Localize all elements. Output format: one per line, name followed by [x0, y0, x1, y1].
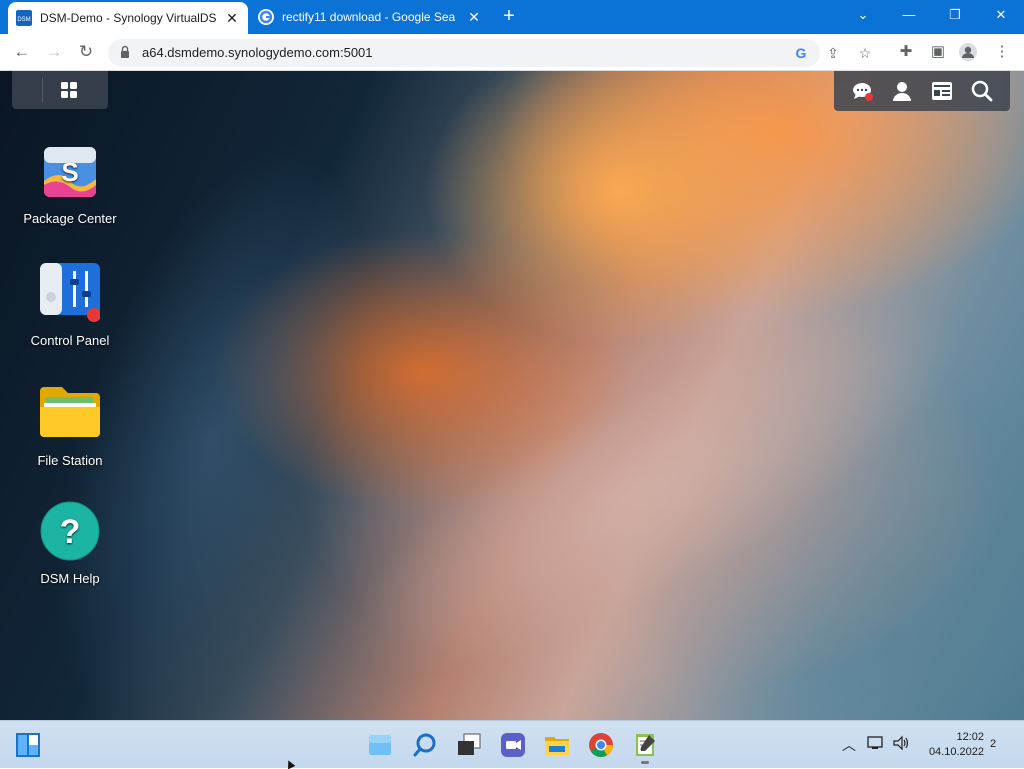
main-menu-bar	[12, 71, 108, 109]
notepad-icon[interactable]	[631, 731, 659, 759]
tab-google-search[interactable]: rectify11 download - Google Sea ✕	[250, 0, 490, 34]
menu-kebab-icon[interactable]: ⋮	[992, 42, 1012, 62]
reload-icon[interactable]: ↻	[74, 41, 98, 65]
meet-icon[interactable]	[499, 731, 527, 759]
google-translate-icon[interactable]: G	[792, 44, 810, 62]
file-explorer-icon[interactable]	[543, 731, 571, 759]
wallpaper-shape	[294, 238, 1006, 720]
side-panel-icon[interactable]: ▣	[928, 42, 948, 62]
svg-text:?: ?	[60, 513, 81, 551]
dsm-top-right-bar	[834, 71, 1010, 111]
browser-toolbar: ← → ↻ a64.dsmdemo.synologydemo.com:5001 …	[0, 34, 1024, 71]
start-icon[interactable]	[14, 731, 42, 759]
desktop-icon-package-center[interactable]: S Package Center	[20, 141, 120, 228]
task-view-icon[interactable]	[455, 731, 483, 759]
desktop-icon-label: DSM Help	[40, 571, 100, 586]
windows-taskbar: ︿ 12:02 04.10.2022 2	[0, 720, 1024, 768]
tab-search-icon[interactable]: ⌄	[840, 0, 886, 30]
volume-icon[interactable]	[892, 735, 910, 751]
clock[interactable]: 12:02 04.10.2022	[918, 730, 984, 760]
dsm-help-icon: ?	[40, 501, 100, 561]
browser-tab-bar: DSM DSM-Demo - Synology VirtualDS ✕ rect…	[0, 0, 1024, 34]
widgets-icon[interactable]	[366, 731, 394, 759]
time-text: 12:02	[956, 731, 984, 743]
tab-dsm-demo[interactable]: DSM DSM-Demo - Synology VirtualDS ✕	[8, 2, 248, 34]
dsm-desktop: S Package Center Control Panel File Stat…	[0, 71, 1024, 720]
tab-title: DSM-Demo - Synology VirtualDS	[40, 11, 217, 25]
network-icon[interactable]	[866, 735, 886, 751]
bookmark-star-icon[interactable]: ☆	[856, 44, 874, 62]
widgets-icon[interactable]	[930, 79, 954, 103]
chrome-icon[interactable]	[587, 731, 615, 759]
notifications-icon[interactable]	[850, 79, 874, 103]
close-icon[interactable]: ✕	[466, 9, 482, 26]
restore-button[interactable]: ❐	[932, 0, 978, 30]
chevron-up-icon[interactable]: ︿	[842, 735, 856, 755]
divider	[42, 77, 43, 103]
package-center-icon: S	[44, 147, 96, 197]
close-icon[interactable]: ✕	[224, 10, 240, 27]
main-menu-grid-icon[interactable]	[60, 81, 78, 99]
desktop-icon-label: Control Panel	[30, 333, 110, 348]
desktop-icon-label: Package Center	[23, 211, 117, 226]
svg-text:S: S	[61, 157, 78, 187]
desktop-icon-dsm-help[interactable]: ? DSM Help	[20, 501, 120, 588]
forward-arrow-icon[interactable]: →	[42, 41, 66, 65]
lock-icon	[121, 45, 129, 58]
dsm-favicon-icon: DSM	[16, 10, 32, 26]
user-icon[interactable]	[890, 79, 914, 103]
tab-title: rectify11 download - Google Sea	[282, 10, 456, 24]
share-icon[interactable]: ⇪	[824, 44, 842, 62]
minimize-button[interactable]: —	[886, 0, 932, 30]
svg-text:DSM: DSM	[17, 17, 30, 23]
desktop-icon-label: File Station	[37, 453, 103, 468]
desktop-icon-control-panel[interactable]: Control Panel	[20, 263, 120, 350]
close-window-button[interactable]: ✕	[978, 0, 1024, 30]
search-icon[interactable]	[411, 731, 439, 759]
active-app-indicator	[641, 761, 649, 764]
url-text[interactable]: a64.dsmdemo.synologydemo.com:5001	[142, 45, 373, 60]
address-bar[interactable]: a64.dsmdemo.synologydemo.com:5001 G ⇪ ☆	[108, 39, 871, 67]
date-text: 04.10.2022	[928, 746, 984, 758]
new-tab-button[interactable]: +	[498, 6, 520, 28]
search-icon[interactable]	[970, 79, 994, 103]
notification-count-badge[interactable]: 2	[990, 738, 996, 750]
google-favicon-icon	[258, 9, 274, 25]
profile-avatar-icon[interactable]	[958, 42, 978, 62]
file-station-icon	[40, 387, 100, 437]
desktop-icon-file-station[interactable]: File Station	[20, 383, 120, 470]
extensions-icon[interactable]: ✚	[896, 42, 916, 62]
back-arrow-icon[interactable]: ←	[10, 41, 34, 65]
control-panel-icon	[40, 263, 101, 322]
